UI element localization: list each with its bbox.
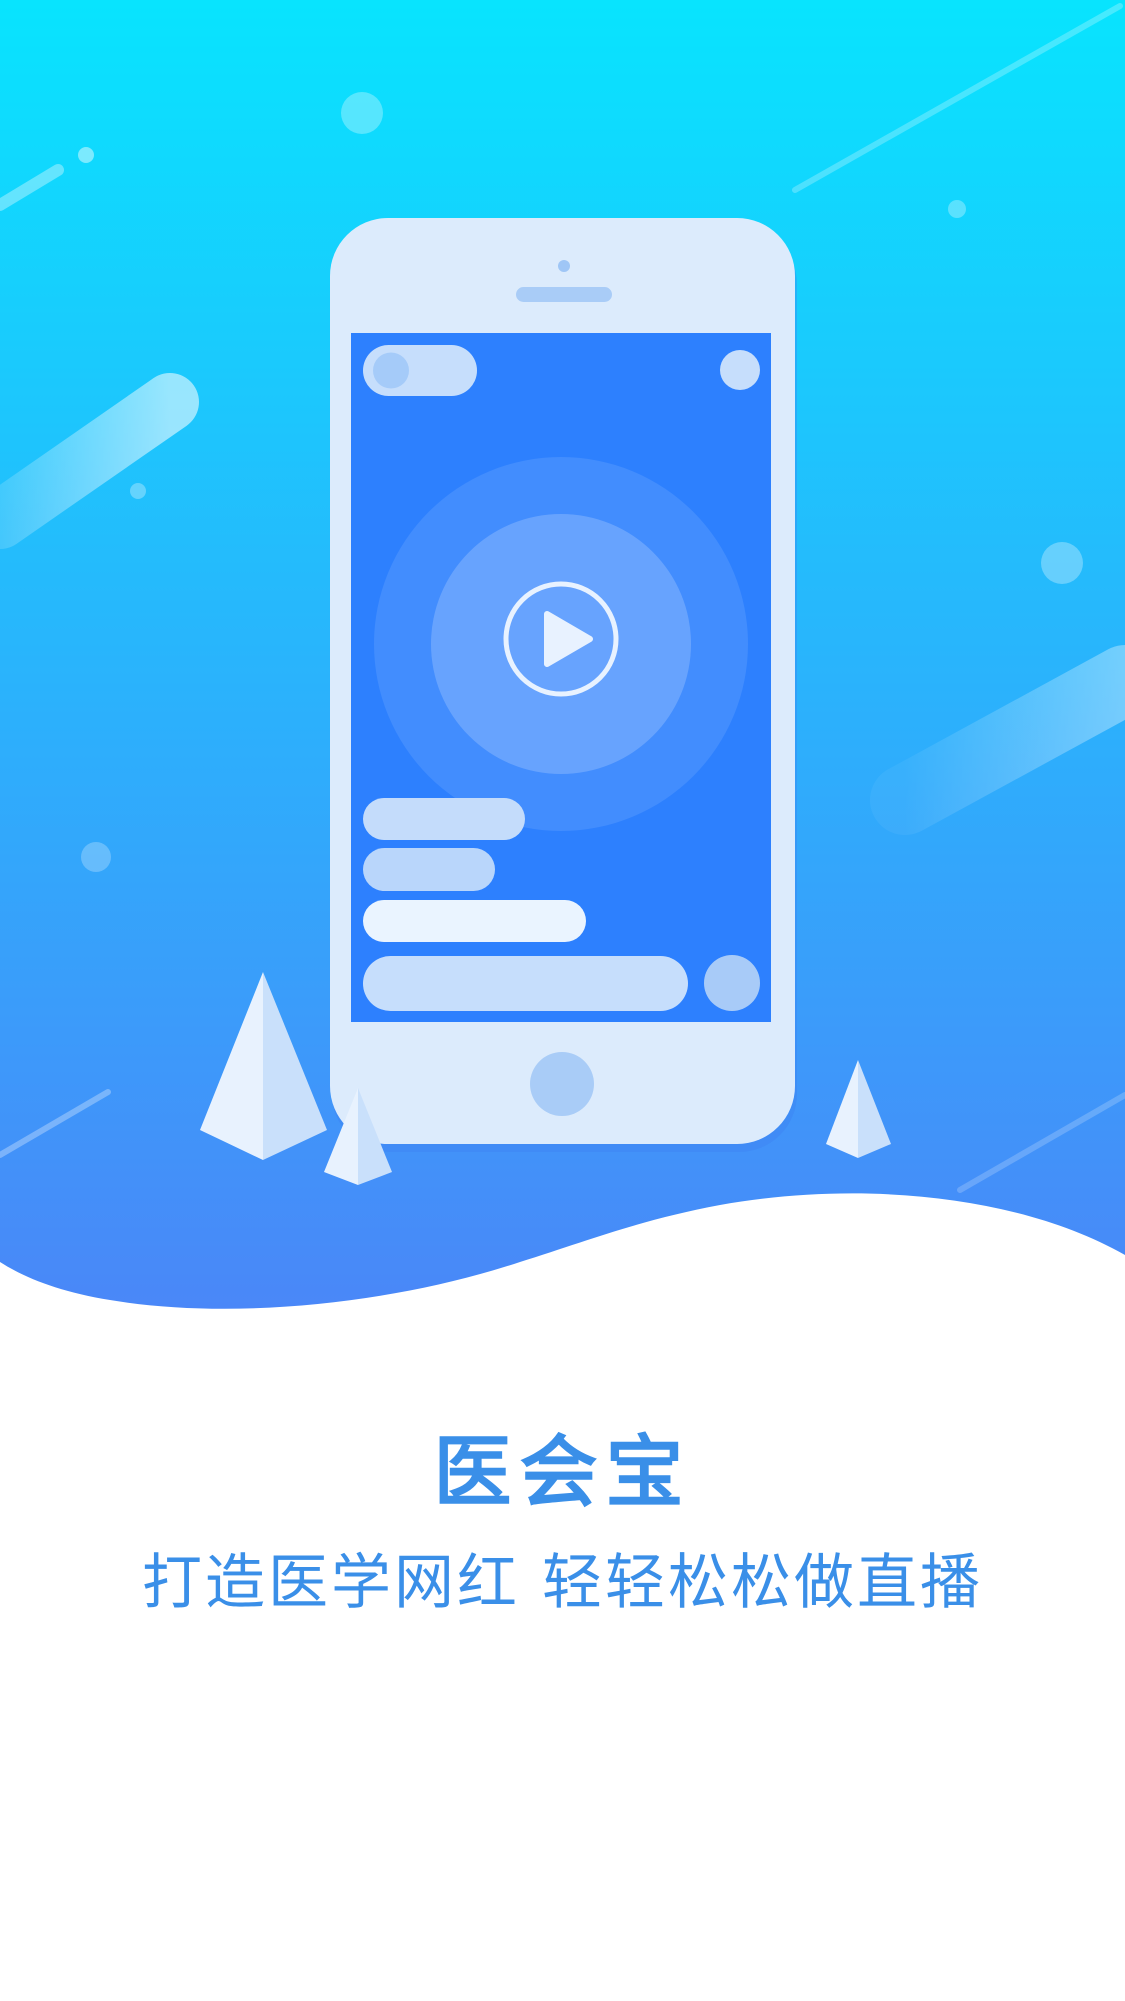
- app-title: 医会宝: [433, 1428, 692, 1518]
- phone-camera: [558, 260, 570, 272]
- splash-screen: 医会宝 打造医学网红 轻轻松松做直播: [0, 0, 1125, 2001]
- phone-speaker: [516, 287, 612, 302]
- app-slogan: 打造医学网红 轻轻松松做直播: [141, 1548, 984, 1618]
- avatar: [373, 352, 409, 389]
- hero-illustration: [0, 0, 1125, 1330]
- phone-home-button: [530, 1052, 594, 1116]
- close-dot: [720, 350, 760, 390]
- phone-illustration: [330, 218, 797, 1152]
